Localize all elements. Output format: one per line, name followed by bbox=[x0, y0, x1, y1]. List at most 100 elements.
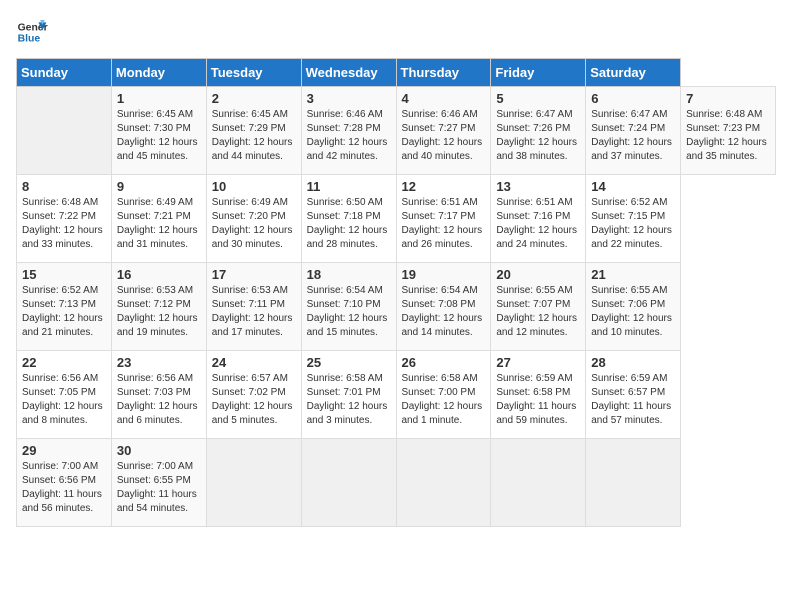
day-detail: Sunrise: 6:48 AM Sunset: 7:22 PM Dayligh… bbox=[22, 196, 106, 252]
weekday-header: Sunday bbox=[17, 59, 112, 87]
calendar-week-row: 15 Sunrise: 6:52 AM Sunset: 7:13 PM Dayl… bbox=[17, 263, 776, 351]
day-number: 29 bbox=[22, 443, 106, 458]
calendar-cell: 7 Sunrise: 6:48 AM Sunset: 7:23 PM Dayli… bbox=[681, 87, 776, 175]
day-detail: Sunrise: 6:45 AM Sunset: 7:30 PM Dayligh… bbox=[117, 108, 201, 164]
calendar-cell bbox=[586, 439, 681, 527]
weekday-header: Monday bbox=[111, 59, 206, 87]
day-number: 4 bbox=[402, 91, 486, 106]
day-detail: Sunrise: 6:52 AM Sunset: 7:13 PM Dayligh… bbox=[22, 284, 106, 340]
calendar-cell: 6 Sunrise: 6:47 AM Sunset: 7:24 PM Dayli… bbox=[586, 87, 681, 175]
calendar-cell: 27 Sunrise: 6:59 AM Sunset: 6:58 PM Dayl… bbox=[491, 351, 586, 439]
calendar-table: SundayMondayTuesdayWednesdayThursdayFrid… bbox=[16, 58, 776, 527]
day-number: 3 bbox=[307, 91, 391, 106]
calendar-cell: 5 Sunrise: 6:47 AM Sunset: 7:26 PM Dayli… bbox=[491, 87, 586, 175]
calendar-cell: 3 Sunrise: 6:46 AM Sunset: 7:28 PM Dayli… bbox=[301, 87, 396, 175]
logo: General Blue bbox=[16, 16, 48, 48]
calendar-cell: 4 Sunrise: 6:46 AM Sunset: 7:27 PM Dayli… bbox=[396, 87, 491, 175]
weekday-header-row: SundayMondayTuesdayWednesdayThursdayFrid… bbox=[17, 59, 776, 87]
day-number: 2 bbox=[212, 91, 296, 106]
day-detail: Sunrise: 6:55 AM Sunset: 7:07 PM Dayligh… bbox=[496, 284, 580, 340]
calendar-cell: 2 Sunrise: 6:45 AM Sunset: 7:29 PM Dayli… bbox=[206, 87, 301, 175]
calendar-cell bbox=[206, 439, 301, 527]
day-number: 6 bbox=[591, 91, 675, 106]
weekday-header: Friday bbox=[491, 59, 586, 87]
day-number: 25 bbox=[307, 355, 391, 370]
day-detail: Sunrise: 6:47 AM Sunset: 7:26 PM Dayligh… bbox=[496, 108, 580, 164]
day-number: 27 bbox=[496, 355, 580, 370]
page-header: General Blue bbox=[16, 16, 776, 48]
day-number: 13 bbox=[496, 179, 580, 194]
calendar-cell: 11 Sunrise: 6:50 AM Sunset: 7:18 PM Dayl… bbox=[301, 175, 396, 263]
calendar-cell: 22 Sunrise: 6:56 AM Sunset: 7:05 PM Dayl… bbox=[17, 351, 112, 439]
calendar-week-row: 1 Sunrise: 6:45 AM Sunset: 7:30 PM Dayli… bbox=[17, 87, 776, 175]
calendar-cell: 16 Sunrise: 6:53 AM Sunset: 7:12 PM Dayl… bbox=[111, 263, 206, 351]
calendar-cell: 25 Sunrise: 6:58 AM Sunset: 7:01 PM Dayl… bbox=[301, 351, 396, 439]
day-detail: Sunrise: 6:50 AM Sunset: 7:18 PM Dayligh… bbox=[307, 196, 391, 252]
day-detail: Sunrise: 6:49 AM Sunset: 7:21 PM Dayligh… bbox=[117, 196, 201, 252]
day-number: 16 bbox=[117, 267, 201, 282]
day-number: 26 bbox=[402, 355, 486, 370]
day-detail: Sunrise: 6:53 AM Sunset: 7:12 PM Dayligh… bbox=[117, 284, 201, 340]
day-detail: Sunrise: 7:00 AM Sunset: 6:55 PM Dayligh… bbox=[117, 460, 201, 516]
day-detail: Sunrise: 7:00 AM Sunset: 6:56 PM Dayligh… bbox=[22, 460, 106, 516]
logo-icon: General Blue bbox=[16, 16, 48, 48]
weekday-header: Wednesday bbox=[301, 59, 396, 87]
calendar-cell: 1 Sunrise: 6:45 AM Sunset: 7:30 PM Dayli… bbox=[111, 87, 206, 175]
calendar-cell: 21 Sunrise: 6:55 AM Sunset: 7:06 PM Dayl… bbox=[586, 263, 681, 351]
day-number: 10 bbox=[212, 179, 296, 194]
calendar-cell: 24 Sunrise: 6:57 AM Sunset: 7:02 PM Dayl… bbox=[206, 351, 301, 439]
calendar-week-row: 29 Sunrise: 7:00 AM Sunset: 6:56 PM Dayl… bbox=[17, 439, 776, 527]
svg-text:Blue: Blue bbox=[18, 34, 41, 45]
day-number: 20 bbox=[496, 267, 580, 282]
day-detail: Sunrise: 6:52 AM Sunset: 7:15 PM Dayligh… bbox=[591, 196, 675, 252]
calendar-cell: 9 Sunrise: 6:49 AM Sunset: 7:21 PM Dayli… bbox=[111, 175, 206, 263]
calendar-cell: 26 Sunrise: 6:58 AM Sunset: 7:00 PM Dayl… bbox=[396, 351, 491, 439]
calendar-cell: 28 Sunrise: 6:59 AM Sunset: 6:57 PM Dayl… bbox=[586, 351, 681, 439]
day-detail: Sunrise: 6:47 AM Sunset: 7:24 PM Dayligh… bbox=[591, 108, 675, 164]
day-detail: Sunrise: 6:59 AM Sunset: 6:58 PM Dayligh… bbox=[496, 372, 580, 428]
day-detail: Sunrise: 6:48 AM Sunset: 7:23 PM Dayligh… bbox=[686, 108, 770, 164]
day-detail: Sunrise: 6:49 AM Sunset: 7:20 PM Dayligh… bbox=[212, 196, 296, 252]
calendar-week-row: 22 Sunrise: 6:56 AM Sunset: 7:05 PM Dayl… bbox=[17, 351, 776, 439]
day-number: 19 bbox=[402, 267, 486, 282]
day-number: 5 bbox=[496, 91, 580, 106]
day-number: 1 bbox=[117, 91, 201, 106]
day-number: 9 bbox=[117, 179, 201, 194]
day-number: 8 bbox=[22, 179, 106, 194]
calendar-cell bbox=[491, 439, 586, 527]
day-number: 23 bbox=[117, 355, 201, 370]
calendar-cell bbox=[301, 439, 396, 527]
day-detail: Sunrise: 6:45 AM Sunset: 7:29 PM Dayligh… bbox=[212, 108, 296, 164]
day-detail: Sunrise: 6:56 AM Sunset: 7:05 PM Dayligh… bbox=[22, 372, 106, 428]
calendar-cell: 15 Sunrise: 6:52 AM Sunset: 7:13 PM Dayl… bbox=[17, 263, 112, 351]
day-detail: Sunrise: 6:46 AM Sunset: 7:27 PM Dayligh… bbox=[402, 108, 486, 164]
calendar-cell: 29 Sunrise: 7:00 AM Sunset: 6:56 PM Dayl… bbox=[17, 439, 112, 527]
day-detail: Sunrise: 6:51 AM Sunset: 7:17 PM Dayligh… bbox=[402, 196, 486, 252]
day-detail: Sunrise: 6:58 AM Sunset: 7:00 PM Dayligh… bbox=[402, 372, 486, 428]
day-number: 12 bbox=[402, 179, 486, 194]
calendar-cell: 12 Sunrise: 6:51 AM Sunset: 7:17 PM Dayl… bbox=[396, 175, 491, 263]
weekday-header: Thursday bbox=[396, 59, 491, 87]
day-number: 18 bbox=[307, 267, 391, 282]
day-detail: Sunrise: 6:59 AM Sunset: 6:57 PM Dayligh… bbox=[591, 372, 675, 428]
day-detail: Sunrise: 6:54 AM Sunset: 7:10 PM Dayligh… bbox=[307, 284, 391, 340]
calendar-week-row: 8 Sunrise: 6:48 AM Sunset: 7:22 PM Dayli… bbox=[17, 175, 776, 263]
day-detail: Sunrise: 6:51 AM Sunset: 7:16 PM Dayligh… bbox=[496, 196, 580, 252]
calendar-cell: 17 Sunrise: 6:53 AM Sunset: 7:11 PM Dayl… bbox=[206, 263, 301, 351]
calendar-cell: 8 Sunrise: 6:48 AM Sunset: 7:22 PM Dayli… bbox=[17, 175, 112, 263]
day-number: 17 bbox=[212, 267, 296, 282]
day-number: 24 bbox=[212, 355, 296, 370]
calendar-cell: 18 Sunrise: 6:54 AM Sunset: 7:10 PM Dayl… bbox=[301, 263, 396, 351]
calendar-cell bbox=[396, 439, 491, 527]
day-detail: Sunrise: 6:57 AM Sunset: 7:02 PM Dayligh… bbox=[212, 372, 296, 428]
calendar-cell: 23 Sunrise: 6:56 AM Sunset: 7:03 PM Dayl… bbox=[111, 351, 206, 439]
calendar-cell: 19 Sunrise: 6:54 AM Sunset: 7:08 PM Dayl… bbox=[396, 263, 491, 351]
calendar-cell: 14 Sunrise: 6:52 AM Sunset: 7:15 PM Dayl… bbox=[586, 175, 681, 263]
day-detail: Sunrise: 6:46 AM Sunset: 7:28 PM Dayligh… bbox=[307, 108, 391, 164]
day-number: 28 bbox=[591, 355, 675, 370]
calendar-cell: 13 Sunrise: 6:51 AM Sunset: 7:16 PM Dayl… bbox=[491, 175, 586, 263]
day-number: 14 bbox=[591, 179, 675, 194]
day-detail: Sunrise: 6:58 AM Sunset: 7:01 PM Dayligh… bbox=[307, 372, 391, 428]
day-detail: Sunrise: 6:54 AM Sunset: 7:08 PM Dayligh… bbox=[402, 284, 486, 340]
day-detail: Sunrise: 6:53 AM Sunset: 7:11 PM Dayligh… bbox=[212, 284, 296, 340]
